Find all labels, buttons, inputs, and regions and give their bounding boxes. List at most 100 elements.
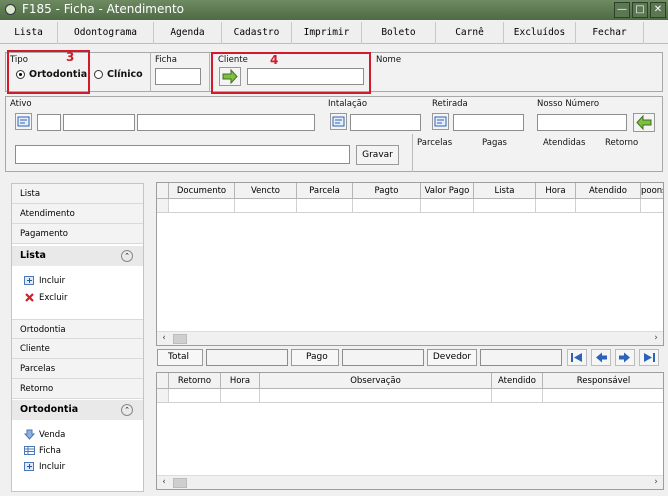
column-header[interactable]: Observação: [260, 373, 492, 389]
first-icon: [571, 353, 582, 362]
column-header[interactable]: Valor Pago: [421, 183, 474, 199]
ativo-code-input[interactable]: [37, 114, 61, 131]
sidebar-item-ortodontia[interactable]: Ortodontia: [12, 319, 143, 339]
table-cell[interactable]: [576, 199, 641, 213]
table-cell[interactable]: [221, 389, 260, 403]
action-venda[interactable]: Venda: [24, 428, 65, 442]
table-cell[interactable]: [492, 389, 543, 403]
horizontal-scrollbar[interactable]: ‹ ›: [157, 331, 663, 345]
ativo-field-2[interactable]: [63, 114, 135, 131]
ficha-input[interactable]: [155, 68, 201, 85]
nosso-numero-input[interactable]: [537, 114, 627, 131]
section-title: Lista: [20, 250, 46, 261]
next-record-button[interactable]: [615, 349, 635, 366]
column-header[interactable]: Retorno: [169, 373, 221, 389]
previous-record-button[interactable]: [591, 349, 611, 366]
first-record-button[interactable]: [567, 349, 587, 366]
sidebar-item-cliente[interactable]: Cliente: [12, 339, 143, 359]
scroll-right-icon[interactable]: ›: [649, 332, 663, 345]
table-cell[interactable]: [421, 199, 474, 213]
table-cell[interactable]: [536, 199, 576, 213]
table-cell[interactable]: [169, 389, 221, 403]
gravar-button[interactable]: Gravar: [356, 145, 399, 165]
scroll-thumb[interactable]: [173, 334, 187, 344]
menu-imprimir[interactable]: Imprimir: [292, 22, 362, 44]
observation-input[interactable]: [15, 145, 350, 164]
action-excluir[interactable]: Excluir: [24, 291, 68, 305]
sidebar-item-lista[interactable]: Lista: [12, 184, 143, 204]
menu-odontograma[interactable]: Odontograma: [58, 22, 154, 44]
minimize-icon[interactable]: —: [614, 2, 630, 18]
menu-lista[interactable]: Lista: [0, 22, 58, 44]
column-header[interactable]: Vencto: [235, 183, 297, 199]
retirada-input[interactable]: [453, 114, 524, 131]
table-cell[interactable]: [297, 199, 353, 213]
window-title: F185 - Ficha - Atendimento: [22, 2, 185, 16]
ativo-field-3[interactable]: [137, 114, 315, 131]
instalacao-edit-button[interactable]: [330, 113, 347, 130]
section-title: Ortodontia: [20, 404, 79, 415]
column-header[interactable]: Hora: [536, 183, 576, 199]
sidebar-item-parcelas[interactable]: Parcelas: [12, 359, 143, 379]
column-header[interactable]: Parcela: [297, 183, 353, 199]
column-header[interactable]: Documento: [169, 183, 235, 199]
scroll-left-icon[interactable]: ‹: [157, 476, 171, 489]
edit-icon: [434, 116, 447, 127]
menu-excluidos[interactable]: Excluídos: [504, 22, 576, 44]
column-header[interactable]: Pagto: [353, 183, 421, 199]
add-icon: [24, 276, 34, 285]
devedor-label: Devedor: [427, 349, 477, 366]
instalacao-input[interactable]: [350, 114, 421, 131]
table-cell[interactable]: [474, 199, 536, 213]
column-header[interactable]: Atendido: [492, 373, 543, 389]
horizontal-scrollbar[interactable]: ‹ ›: [157, 475, 663, 489]
row-indicator-header: [157, 183, 169, 199]
last-record-button[interactable]: [639, 349, 659, 366]
table-cell[interactable]: [353, 199, 421, 213]
row-indicator[interactable]: [157, 199, 169, 213]
table-cell[interactable]: [235, 199, 297, 213]
action-incluir-ortodontia[interactable]: Incluir: [24, 460, 65, 474]
radio-clinico[interactable]: [94, 70, 103, 79]
menu-agenda[interactable]: Agenda: [154, 22, 222, 44]
retirada-label: Retirada: [432, 99, 468, 109]
scroll-right-icon[interactable]: ›: [649, 476, 663, 489]
scroll-left-icon[interactable]: ‹: [157, 332, 171, 345]
menu-cadastro[interactable]: Cadastro: [222, 22, 292, 44]
sidebar-item-pagamento[interactable]: Pagamento: [12, 224, 143, 244]
menu-carne[interactable]: Carnê: [436, 22, 504, 44]
retirada-edit-button[interactable]: [432, 113, 449, 130]
column-header[interactable]: Atendido: [576, 183, 641, 199]
sidebar-item-retorno[interactable]: Retorno: [12, 379, 143, 399]
menu-fechar[interactable]: Fechar: [576, 22, 644, 44]
ativo-edit-button[interactable]: [15, 113, 32, 130]
edit-icon: [332, 116, 345, 127]
table-cell[interactable]: [543, 389, 663, 403]
menu-boleto[interactable]: Boleto: [362, 22, 436, 44]
total-value: [206, 349, 288, 366]
scroll-thumb[interactable]: [173, 478, 187, 488]
total-label: Total: [157, 349, 203, 366]
sidebar-item-atendimento[interactable]: Atendimento: [12, 204, 143, 224]
radio-clinico-label[interactable]: Clínico: [107, 69, 143, 80]
sidebar-section-lista[interactable]: Lista ⌃: [12, 246, 143, 266]
sidebar-section-ortodontia[interactable]: Ortodontia ⌃: [12, 400, 143, 420]
column-header[interactable]: poons: [641, 183, 663, 199]
table-cell[interactable]: [641, 199, 663, 213]
table-cell[interactable]: [169, 199, 235, 213]
table-cell[interactable]: [260, 389, 492, 403]
pago-value: [342, 349, 424, 366]
column-header[interactable]: Lista: [474, 183, 536, 199]
last-icon: [644, 353, 655, 362]
sidebar: Lista Atendimento Pagamento Lista ⌃ Incl…: [11, 183, 144, 492]
close-icon[interactable]: ✕: [650, 2, 666, 18]
column-header[interactable]: Hora: [221, 373, 260, 389]
collapse-icon[interactable]: ⌃: [121, 404, 133, 416]
column-header[interactable]: Responsável: [543, 373, 663, 389]
row-indicator[interactable]: [157, 389, 169, 403]
maximize-icon[interactable]: □: [632, 2, 648, 18]
action-ficha[interactable]: Ficha: [24, 444, 61, 458]
action-incluir[interactable]: Incluir: [24, 274, 65, 288]
collapse-icon[interactable]: ⌃: [121, 250, 133, 262]
nosso-numero-back-button[interactable]: [633, 113, 655, 132]
